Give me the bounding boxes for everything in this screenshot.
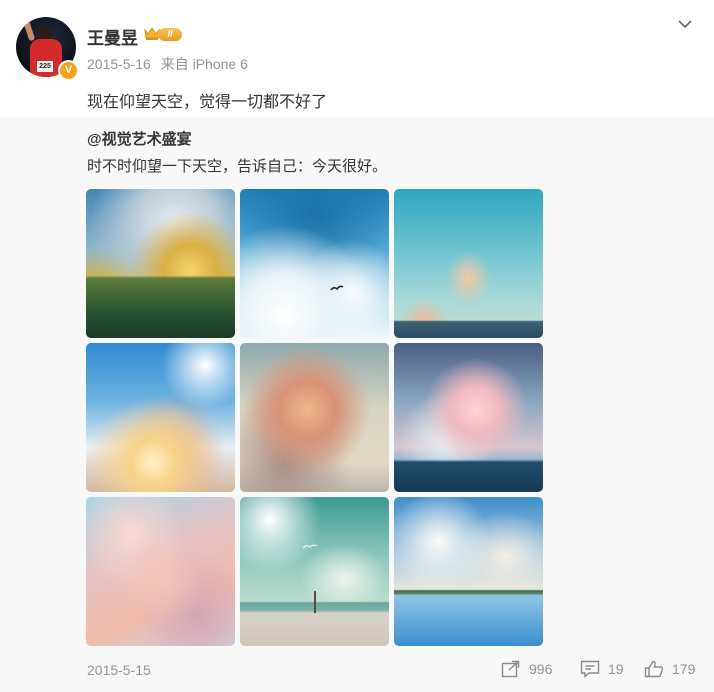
sky-photo-9[interactable] bbox=[394, 497, 543, 646]
like-icon bbox=[644, 660, 664, 678]
sky-photo-3[interactable] bbox=[394, 189, 543, 338]
post-source: 来自 iPhone 6 bbox=[160, 56, 248, 72]
comment-icon bbox=[580, 660, 600, 678]
beach-pole bbox=[314, 591, 316, 613]
sky-photo-7[interactable] bbox=[86, 497, 235, 646]
gull-silhouette bbox=[302, 544, 318, 549]
repost-date[interactable]: 2015-5-15 bbox=[87, 662, 151, 678]
repost-author[interactable]: @视觉艺术盛宴 bbox=[87, 128, 192, 149]
level-badge: II bbox=[158, 28, 182, 41]
avatar-bib: 225 bbox=[37, 61, 53, 72]
sky-photo-6[interactable] bbox=[394, 343, 543, 492]
share-count: 996 bbox=[529, 661, 553, 677]
post-meta: 2015-5-16 来自 iPhone 6 bbox=[87, 54, 254, 74]
weibo-post: 225 V 王曼昱 II 2015-5-16 来自 iPhone 6 现在仰望天… bbox=[0, 0, 714, 692]
like-count: 179 bbox=[672, 661, 696, 677]
share-icon bbox=[501, 660, 520, 678]
comment-count: 19 bbox=[608, 661, 624, 677]
verified-badge: V bbox=[58, 60, 79, 81]
comment-button[interactable]: 19 bbox=[580, 659, 624, 679]
sky-photo-2[interactable] bbox=[240, 189, 389, 338]
sky-photo-5[interactable] bbox=[240, 343, 389, 492]
like-button[interactable]: 179 bbox=[644, 659, 695, 679]
author-name[interactable]: 王曼昱 bbox=[87, 24, 138, 49]
repost-text: 时不时仰望一下天空，告诉自己：今天很好。 bbox=[87, 158, 388, 175]
sky-photo-1[interactable] bbox=[86, 189, 235, 338]
sky-photo-8[interactable] bbox=[240, 497, 389, 646]
sky-photo-4[interactable] bbox=[86, 343, 235, 492]
share-button[interactable]: 996 bbox=[501, 659, 552, 679]
avatar-arm bbox=[22, 18, 36, 42]
bird-silhouette bbox=[330, 285, 344, 291]
chevron-down-icon[interactable] bbox=[677, 17, 693, 31]
post-timestamp[interactable]: 2015-5-16 bbox=[87, 56, 151, 72]
repost-card[interactable]: @视觉艺术盛宴 时不时仰望一下天空，告诉自己：今天很好。 2015-5-15 9… bbox=[0, 117, 714, 692]
post-text: 现在仰望天空，觉得一切都不好了 bbox=[87, 94, 328, 111]
